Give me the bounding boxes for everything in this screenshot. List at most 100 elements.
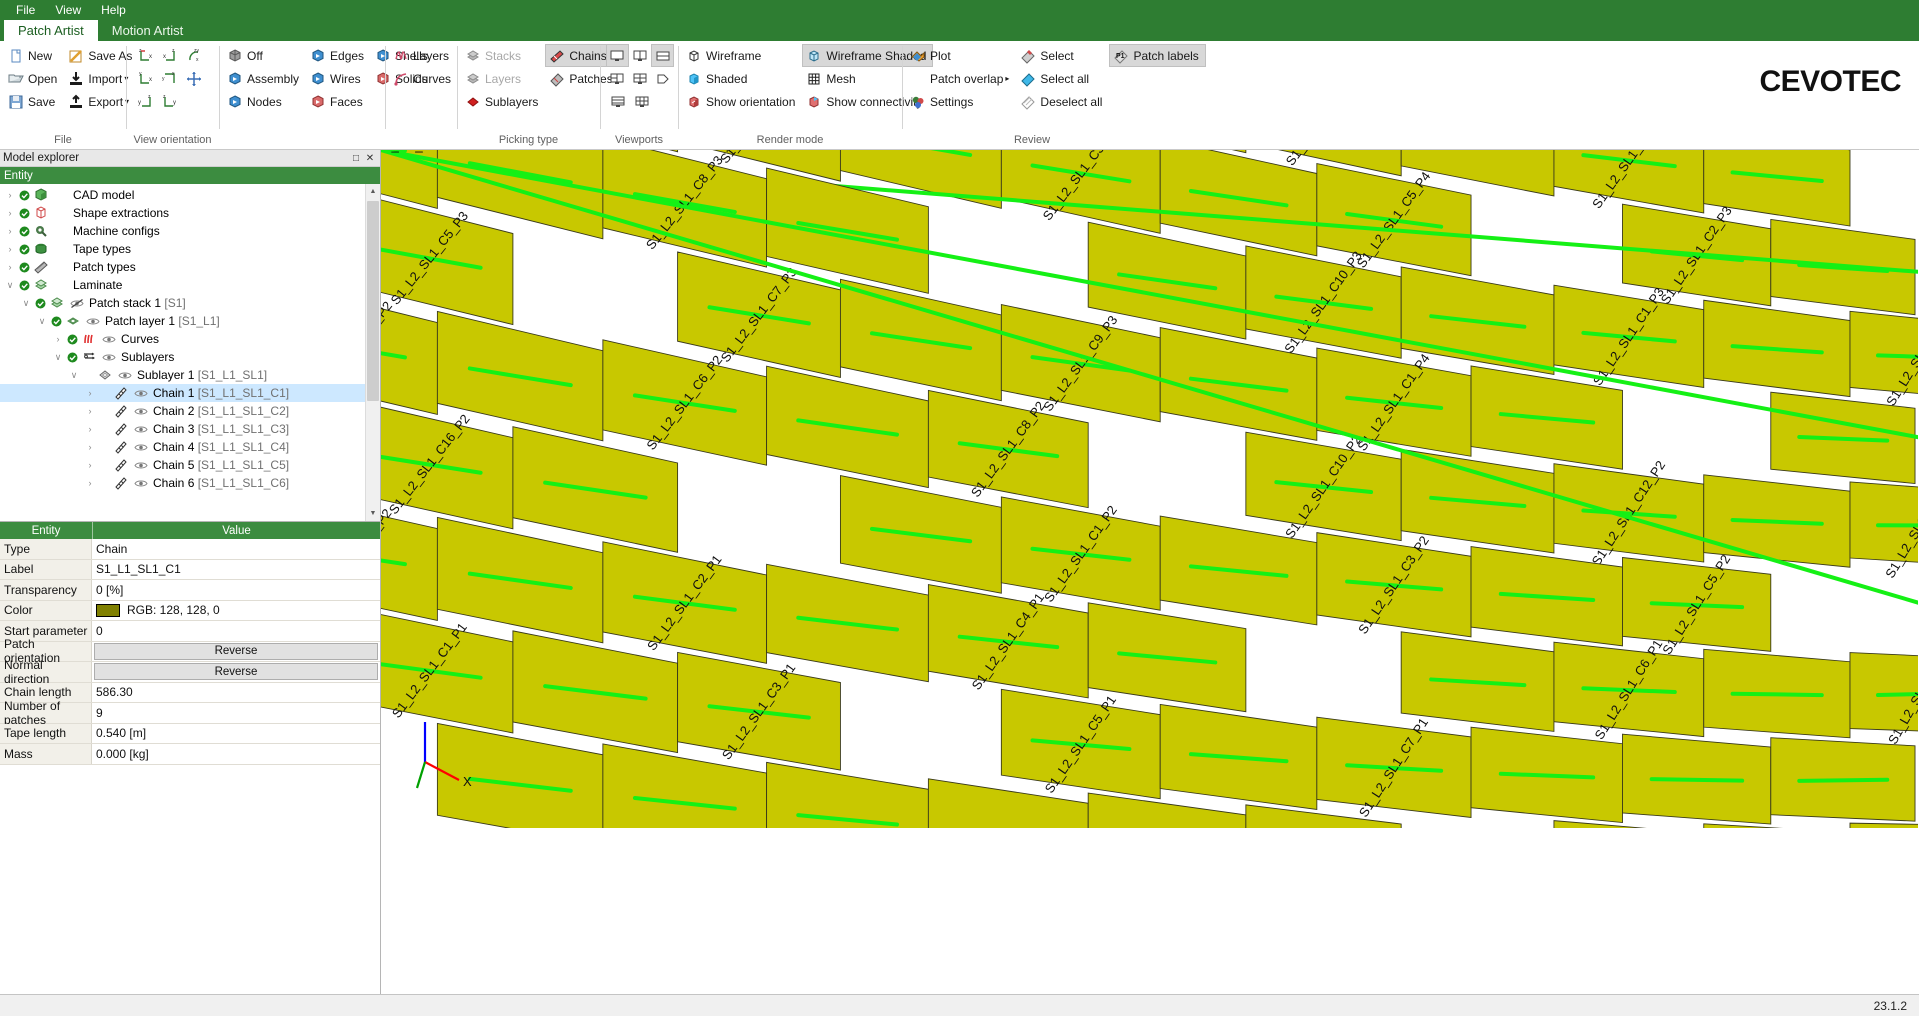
model-tree[interactable]: › CAD model › Shape extractions › Machine con… [0, 184, 365, 521]
property-value[interactable]: 0 [92, 621, 380, 641]
tree-checkbox[interactable] [65, 352, 79, 363]
view-zyx-icon[interactable]: zy x [182, 44, 206, 67]
property-value[interactable]: 0 [%] [92, 580, 380, 600]
view-yx-icon[interactable]: yx [134, 67, 158, 90]
view-xz-icon[interactable]: zx [158, 44, 182, 67]
viewport-grid-icon[interactable] [630, 90, 654, 113]
tree-checkbox[interactable] [17, 244, 31, 255]
plot-button[interactable]: Plot [906, 44, 1016, 67]
patch-labels-button[interactable]: P1 Patch labels [1109, 44, 1206, 67]
tree-checkbox[interactable] [49, 316, 63, 327]
chevron-right-icon[interactable]: › [83, 388, 97, 398]
float-panel-icon[interactable]: □ [349, 152, 363, 165]
deselect-all-button[interactable]: Deselect all [1016, 90, 1109, 113]
curves-button[interactable]: Curves [389, 67, 458, 90]
chevron-down-icon[interactable]: ∨ [19, 298, 33, 309]
property-value[interactable]: 0.540 [m] [92, 723, 380, 743]
view-fit-icon[interactable] [182, 67, 206, 90]
chevron-down-icon[interactable]: ∨ [51, 352, 65, 363]
edges-button[interactable]: Edges [306, 44, 371, 67]
property-value[interactable]: 586.30 [92, 682, 380, 702]
tree-item-curves[interactable]: › Curves [0, 330, 365, 348]
chevron-right-icon[interactable]: › [3, 190, 17, 200]
tree-item-laminate[interactable]: ∨ Laminate [0, 276, 365, 294]
viewport-persp-icon[interactable] [651, 67, 674, 90]
chevron-right-icon[interactable]: › [3, 244, 17, 254]
viewport-vsplit-icon[interactable] [629, 44, 652, 67]
visibility-eye-icon[interactable] [131, 460, 151, 471]
property-value[interactable]: 0.000 [kg] [92, 744, 380, 764]
tree-item-machine-configs[interactable]: › Machine configs [0, 222, 365, 240]
tree-item-chain-6[interactable]: › Chain 6 [S1_L1_SL1_C6] [0, 474, 365, 492]
chevron-right-icon[interactable]: › [83, 478, 97, 488]
nodes-button[interactable]: Nodes [223, 90, 306, 113]
chevron-right-icon[interactable]: › [83, 406, 97, 416]
property-action-button[interactable]: Reverse [94, 642, 378, 660]
settings-button[interactable]: Settings [906, 90, 1016, 113]
tree-checkbox[interactable] [65, 334, 79, 345]
close-icon[interactable]: ✕ [363, 152, 377, 165]
tab-motion-artist[interactable]: Motion Artist [98, 20, 198, 41]
tree-item-patch-types[interactable]: › Patch types [0, 258, 365, 276]
property-value[interactable]: 9 [92, 703, 380, 723]
tree-item-chain-1[interactable]: › Chain 1 [S1_L1_SL1_C1] [0, 384, 365, 402]
tree-item-sublayer-1[interactable]: ∨ Sublayer 1 [S1_L1_SL1] [0, 366, 365, 384]
patch-face[interactable] [1849, 822, 1918, 828]
visibility-eye-icon[interactable] [131, 406, 151, 417]
property-value[interactable]: S1_L1_SL1_C1 [92, 559, 380, 579]
visibility-eye-icon[interactable] [67, 298, 87, 309]
chevron-down-icon[interactable]: ∨ [3, 280, 17, 291]
scroll-up-icon[interactable]: ▲ [366, 184, 380, 199]
tree-item-sublayers[interactable]: ∨ Sublayers [0, 348, 365, 366]
visibility-eye-icon[interactable] [131, 424, 151, 435]
menu-item-file[interactable]: File [6, 1, 45, 19]
chevron-right-icon[interactable]: › [3, 226, 17, 236]
color-swatch[interactable] [96, 603, 120, 617]
menu-item-view[interactable]: View [45, 1, 91, 19]
tree-checkbox[interactable] [17, 262, 31, 273]
open-button[interactable]: Open [4, 67, 64, 90]
stacks-button[interactable]: Stacks [461, 44, 545, 67]
sublayers-button[interactable]: Sublayers [461, 90, 545, 113]
tree-checkbox[interactable] [17, 190, 31, 201]
property-value[interactable]: Chain [92, 539, 380, 559]
visibility-eye-icon[interactable] [99, 334, 119, 345]
view-zy-icon[interactable]: zy [158, 90, 182, 113]
scroll-down-icon[interactable]: ▼ [366, 506, 380, 521]
off-button[interactable]: Off [223, 44, 306, 67]
tree-item-shape-extractions[interactable]: › Shape extractions [0, 204, 365, 222]
tree-vertical-scrollbar[interactable]: ▲ ▼ [365, 184, 380, 521]
viewport-stack-icon[interactable] [606, 90, 630, 113]
assembly-button[interactable]: Assembly [223, 67, 306, 90]
chevron-down-icon[interactable]: ∨ [67, 370, 81, 381]
tab-patch-artist[interactable]: Patch Artist [4, 20, 98, 41]
chevron-right-icon[interactable]: › [83, 442, 97, 452]
chevron-right-icon[interactable]: › [83, 424, 97, 434]
chevron-right-icon[interactable]: › [3, 262, 17, 272]
show-orientation-button[interactable]: Show orientation [682, 90, 802, 113]
chevron-right-icon[interactable]: › [3, 208, 17, 218]
tree-item-tape-types[interactable]: › Tape types [0, 240, 365, 258]
visibility-eye-icon[interactable] [131, 388, 151, 399]
wires-button[interactable]: Wires [306, 67, 371, 90]
view-zx-icon[interactable]: zx [134, 44, 158, 67]
tree-item-patch-layer-1[interactable]: ∨ Patch layer 1 [S1_L1] [0, 312, 365, 330]
viewport-single-icon[interactable] [606, 44, 629, 67]
chevron-right-icon[interactable]: › [83, 460, 97, 470]
tree-item-patch-stack-1[interactable]: ∨ Patch stack 1 [S1] [0, 294, 365, 312]
save-button[interactable]: Save [4, 90, 64, 113]
scroll-thumb[interactable] [367, 201, 379, 401]
patch-overlap-button[interactable]: Patch overlap ▸ [906, 67, 1016, 90]
select-all-button[interactable]: Select all [1016, 67, 1109, 90]
scroll-track[interactable] [366, 199, 380, 506]
new-button[interactable]: New [4, 44, 64, 67]
tree-item-chain-4[interactable]: › Chain 4 [S1_L1_SL1_C4] [0, 438, 365, 456]
tree-checkbox[interactable] [33, 298, 47, 309]
viewport-3d[interactable]: S1_L2_SL1_C2_P5S1_L2_SL1_C1_P5S1_L2_SL1_… [381, 150, 1919, 994]
tree-item-chain-5[interactable]: › Chain 5 [S1_L1_SL1_C5] [0, 456, 365, 474]
shaded-button[interactable]: Shaded [682, 67, 802, 90]
tree-checkbox[interactable] [17, 208, 31, 219]
viewport-canvas[interactable]: S1_L2_SL1_C2_P5S1_L2_SL1_C1_P5S1_L2_SL1_… [381, 150, 1918, 828]
view-yx2-icon[interactable]: yx [158, 67, 182, 90]
viewport-quad-icon[interactable] [629, 67, 652, 90]
